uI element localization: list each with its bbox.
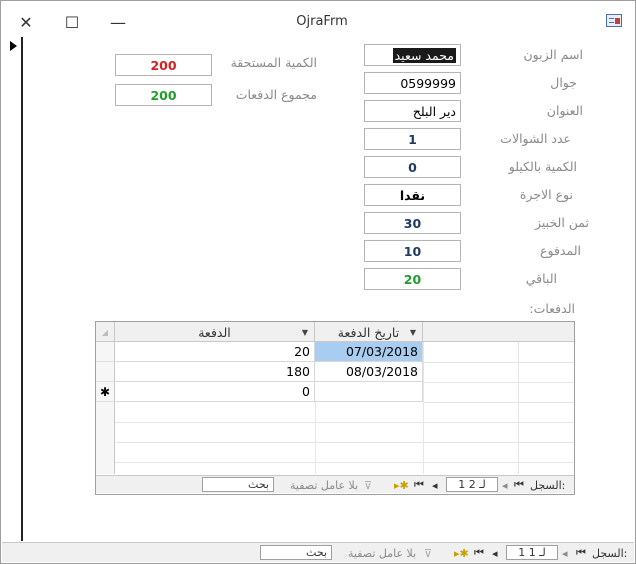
row-selector[interactable] <box>96 342 115 362</box>
minimize-icon: — <box>110 12 126 32</box>
kg-label: الكمية بالكيلو <box>508 159 577 174</box>
filter-status[interactable]: بلا عامل تصفية <box>348 543 416 563</box>
payments-total-field[interactable]: 200 <box>115 84 212 106</box>
maximize-icon: ☐ <box>64 12 80 32</box>
fee-type-field[interactable]: نقدا <box>364 184 461 206</box>
last-record-icon[interactable]: ⏮ <box>474 543 484 563</box>
address-label: العنوان <box>546 103 583 118</box>
previous-record-icon[interactable]: ◂ <box>502 476 508 494</box>
filter-status[interactable]: بلا عامل تصفية <box>290 476 358 494</box>
next-record-icon[interactable]: ◂ <box>432 476 438 494</box>
payments-total-label: مجموع الدفعات <box>235 87 317 102</box>
subform-header: ◢ الدفعة ▼ تاريخ الدفعة ▼ <box>96 322 574 342</box>
bread-price-label: ثمن الخبيز <box>535 215 589 230</box>
next-record-icon[interactable]: ◂ <box>492 543 498 563</box>
bags-field[interactable]: 1 <box>364 128 461 150</box>
due-label: الكمية المستحقة <box>230 55 317 70</box>
grid-line <box>115 422 574 423</box>
previous-record-icon[interactable]: ◂ <box>562 543 568 563</box>
fee-type-label: نوع الاجرة <box>519 187 573 202</box>
remaining-field[interactable]: 20 <box>364 268 461 290</box>
record-selector[interactable] <box>5 37 23 541</box>
address-field[interactable]: دير البلح <box>364 100 461 122</box>
payments-label: الدفعات: <box>529 301 575 316</box>
subform-navigation-bar: السجل: ⏮ ◂ 1 ﻟـ 2 ◂ ⏮ ▸✱ ⊽ بلا عامل تصفي… <box>96 475 574 493</box>
record-position-field[interactable]: 1 ﻟـ 1 <box>506 545 558 560</box>
search-input[interactable]: بحث <box>260 545 332 560</box>
first-record-icon[interactable]: ⏮ <box>514 476 524 494</box>
payment-cell[interactable]: 180 <box>115 362 315 382</box>
new-record-icon[interactable]: ▸✱ <box>454 543 469 563</box>
new-record-icon[interactable]: ▸✱ <box>394 476 409 494</box>
no-filter-icon[interactable]: ⊽ <box>364 476 372 494</box>
mobile-field[interactable]: 0599999 <box>364 72 461 94</box>
bread-price-field[interactable]: 30 <box>364 212 461 234</box>
window-title: OjraFrm <box>296 14 348 29</box>
access-form-window: ✕ ☐ — OjraFrm اسم الزبون جوال العنوان عد… <box>0 0 636 564</box>
grid-line <box>315 402 316 474</box>
date-cell[interactable]: 07/03/2018 <box>315 342 423 362</box>
customer-name-field[interactable]: محمد سعيد <box>364 44 461 66</box>
paid-field[interactable]: 10 <box>364 240 461 262</box>
payment-cell[interactable]: 0 <box>115 382 315 402</box>
grid-line <box>423 382 574 383</box>
column-header-payment[interactable]: الدفعة ▼ <box>115 322 315 342</box>
minimize-button[interactable]: — <box>102 8 134 36</box>
payment-cell[interactable]: 20 <box>115 342 315 362</box>
record-label: السجل: <box>530 478 566 492</box>
no-filter-icon[interactable]: ⊽ <box>424 543 432 563</box>
due-field[interactable]: 200 <box>115 54 212 76</box>
search-input[interactable]: بحث <box>202 477 274 492</box>
select-all-corner[interactable]: ◢ <box>96 322 115 342</box>
grid-line <box>115 442 574 443</box>
close-button[interactable]: ✕ <box>10 8 42 36</box>
current-record-arrow-icon <box>10 41 17 51</box>
first-record-icon[interactable]: ⏮ <box>576 543 586 563</box>
new-row-marker-icon: ✱ <box>96 382 115 402</box>
dropdown-arrow-icon[interactable]: ▼ <box>410 328 416 337</box>
close-icon: ✕ <box>19 12 33 32</box>
grid-line <box>423 362 574 363</box>
mobile-label: جوال <box>550 75 577 90</box>
bags-label: عدد الشوالات <box>500 131 571 146</box>
main-navigation-bar: السجل: ⏮ ◂ 1 ﻟـ 1 ◂ ⏮ ▸✱ ⊽ بلا عامل تصفي… <box>2 542 634 562</box>
last-record-icon[interactable]: ⏮ <box>414 476 424 494</box>
date-cell[interactable]: 08/03/2018 <box>315 362 423 382</box>
form-view-icon[interactable] <box>606 14 622 27</box>
dropdown-arrow-icon[interactable]: ▼ <box>302 328 308 337</box>
row-selector[interactable] <box>96 362 115 382</box>
kg-field[interactable]: 0 <box>364 156 461 178</box>
grid-line <box>423 402 574 403</box>
customer-name-label: اسم الزبون <box>523 47 583 62</box>
paid-label: المدفوع <box>540 243 581 258</box>
record-position-field[interactable]: 1 ﻟـ 2 <box>446 477 498 492</box>
row-selector-column <box>96 402 115 474</box>
date-cell[interactable] <box>315 382 423 402</box>
grid-line <box>115 462 574 463</box>
record-label: السجل: <box>592 546 628 560</box>
maximize-button[interactable]: ☐ <box>56 8 88 36</box>
remaining-label: الباقي <box>525 271 557 286</box>
payments-subform: ◢ الدفعة ▼ تاريخ الدفعة ▼ ✱ 20 07/03/201… <box>95 321 575 495</box>
column-header-date[interactable]: تاريخ الدفعة ▼ <box>315 322 423 342</box>
title-bar: ✕ ☐ — OjraFrm <box>2 2 634 38</box>
